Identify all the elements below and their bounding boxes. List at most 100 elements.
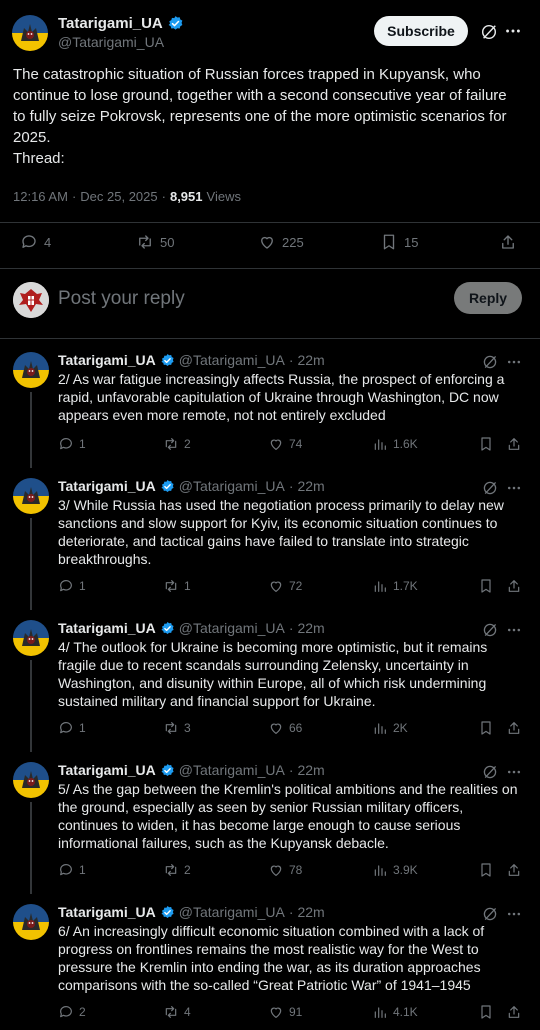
verified-badge-icon xyxy=(168,16,183,30)
reply-text: 3/ While Russia has used the negotiation… xyxy=(58,497,504,567)
bookmark-icon xyxy=(481,863,491,877)
reply-author-handle[interactable]: @Tatarigami_UA xyxy=(179,904,285,920)
bookmark-action[interactable] xyxy=(478,436,494,452)
repost-icon xyxy=(165,438,177,450)
share-action[interactable] xyxy=(506,436,522,452)
like-icon xyxy=(270,1007,282,1018)
reply-author-name[interactable]: Tatarigami_UA xyxy=(58,762,156,778)
author-name-row[interactable]: Tatarigami_UA xyxy=(58,15,184,32)
reply-author-name[interactable]: Tatarigami_UA xyxy=(58,352,156,368)
more-icon[interactable] xyxy=(504,22,522,40)
grok-icon[interactable] xyxy=(482,354,498,370)
repost-action[interactable]: 1 xyxy=(163,578,191,594)
bookmark-action[interactable] xyxy=(478,720,494,736)
current-user-avatar[interactable] xyxy=(13,282,49,318)
reply-author-avatar[interactable] xyxy=(13,352,49,388)
repost-action[interactable]: 3 xyxy=(163,720,191,736)
author-display-name[interactable]: Tatarigami_UA xyxy=(58,15,163,32)
share-action[interactable] xyxy=(506,578,522,594)
more-icon[interactable] xyxy=(506,622,522,638)
more-icon[interactable] xyxy=(506,906,522,922)
repost-action[interactable]: 4 xyxy=(163,1004,191,1020)
repost-action[interactable]: 50 xyxy=(136,233,174,251)
reply-action[interactable]: 2 xyxy=(58,1004,86,1020)
bookmark-action[interactable]: 15 xyxy=(380,233,418,251)
reply-time[interactable]: 22m xyxy=(297,762,324,778)
repost-action[interactable]: 2 xyxy=(163,862,191,878)
reply-author-name[interactable]: Tatarigami_UA xyxy=(58,904,156,920)
reply-author-avatar[interactable] xyxy=(13,620,49,656)
reply-author-avatar[interactable] xyxy=(13,478,49,514)
bookmark-action[interactable] xyxy=(478,578,494,594)
reply-action[interactable]: 1 xyxy=(58,720,86,736)
grok-icon[interactable] xyxy=(482,622,498,638)
share-action[interactable] xyxy=(506,862,522,878)
share-icon xyxy=(508,580,520,592)
reply-action[interactable]: 1 xyxy=(58,578,86,594)
subscribe-button[interactable]: Subscribe xyxy=(374,16,468,46)
reply-header: Tatarigami_UA @Tatarigami_UA · 22m xyxy=(58,352,325,368)
reply-time[interactable]: 22m xyxy=(297,352,324,368)
like-action[interactable]: 72 xyxy=(268,578,302,594)
reply-time[interactable]: 22m xyxy=(297,620,324,636)
thread-reply[interactable]: Tatarigami_UA @Tatarigami_UA · 22m 4/ Th… xyxy=(0,612,540,754)
divider xyxy=(0,222,540,223)
more-icon[interactable] xyxy=(506,354,522,370)
bookmark-action[interactable] xyxy=(478,862,494,878)
like-action[interactable]: 66 xyxy=(268,720,302,736)
share-action[interactable] xyxy=(506,1004,522,1020)
share-icon xyxy=(502,235,514,249)
grok-icon[interactable] xyxy=(482,480,498,496)
like-action[interactable]: 78 xyxy=(268,862,302,878)
reply-author-handle[interactable]: @Tatarigami_UA xyxy=(179,620,285,636)
post-date[interactable]: Dec 25, 2025 xyxy=(80,189,157,204)
reply-author-name[interactable]: Tatarigami_UA xyxy=(58,478,156,494)
share-action[interactable] xyxy=(506,720,522,736)
more-icon[interactable] xyxy=(506,480,522,496)
like-action[interactable]: 91 xyxy=(268,1004,302,1020)
reply-time[interactable]: 22m xyxy=(297,904,324,920)
share-action[interactable] xyxy=(499,233,517,251)
repost-action[interactable]: 2 xyxy=(163,436,191,452)
repost-icon xyxy=(139,235,151,249)
author-handle[interactable]: @Tatarigami_UA xyxy=(58,34,164,50)
reply-header: Tatarigami_UA @Tatarigami_UA · 22m xyxy=(58,620,325,636)
more-icon[interactable] xyxy=(506,764,522,780)
views-action[interactable]: 1.7K xyxy=(372,578,418,594)
grok-icon[interactable] xyxy=(482,764,498,780)
like-count: 66 xyxy=(289,721,303,735)
reply-count: 1 xyxy=(79,437,86,451)
like-icon xyxy=(270,581,282,592)
repost-count: 50 xyxy=(160,234,175,250)
like-action[interactable]: 225 xyxy=(258,233,304,251)
thread-reply[interactable]: Tatarigami_UA @Tatarigami_UA · 22m 3/ Wh… xyxy=(0,470,540,612)
meta-separator: · xyxy=(161,189,166,204)
reply-time[interactable]: 22m xyxy=(297,478,324,494)
thread-reply[interactable]: Tatarigami_UA @Tatarigami_UA · 22m 2/ As… xyxy=(0,344,540,470)
reply-author-handle[interactable]: @Tatarigami_UA xyxy=(179,762,285,778)
views-action[interactable]: 3.9K xyxy=(372,862,418,878)
reply-action[interactable]: 1 xyxy=(58,436,86,452)
grok-icon[interactable] xyxy=(480,23,498,41)
bookmark-action[interactable] xyxy=(478,1004,494,1020)
author-avatar[interactable] xyxy=(12,15,48,51)
reply-author-avatar[interactable] xyxy=(13,762,49,798)
reply-author-handle[interactable]: @Tatarigami_UA xyxy=(179,352,285,368)
thread-reply[interactable]: Tatarigami_UA @Tatarigami_UA · 22m 5/ As… xyxy=(0,754,540,896)
views-action[interactable]: 1.6K xyxy=(372,436,418,452)
reply-button[interactable]: Reply xyxy=(454,282,522,314)
reply-author-name[interactable]: Tatarigami_UA xyxy=(58,620,156,636)
views-action[interactable]: 4.1K xyxy=(372,1004,418,1020)
post-time[interactable]: 12:16 AM xyxy=(13,189,68,204)
like-icon xyxy=(270,439,282,450)
like-action[interactable]: 74 xyxy=(268,436,302,452)
thread-reply[interactable]: Tatarigami_UA @Tatarigami_UA · 22m 6/ An… xyxy=(0,896,540,1030)
reply-author-avatar[interactable] xyxy=(13,904,49,940)
reply-author-handle[interactable]: @Tatarigami_UA xyxy=(179,478,285,494)
views-action[interactable]: 2K xyxy=(372,720,408,736)
reply-action[interactable]: 1 xyxy=(58,862,86,878)
grok-icon[interactable] xyxy=(482,906,498,922)
bookmark-count: 15 xyxy=(404,234,419,250)
reply-input[interactable]: Post your reply xyxy=(58,288,185,310)
reply-action[interactable]: 4 xyxy=(20,233,51,251)
